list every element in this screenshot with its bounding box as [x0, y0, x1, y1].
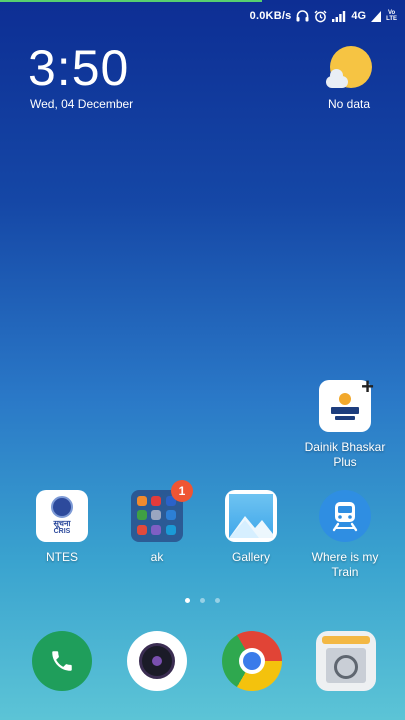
app-dainik-bhaskar-plus[interactable]: + Dainik Bhaskar Plus — [297, 376, 393, 470]
headphones-icon — [296, 10, 309, 22]
app-where-is-my-train[interactable]: Where is my Train — [297, 490, 393, 580]
net-speed: 0.0KB/s — [249, 10, 292, 22]
signal-icon-2 — [371, 10, 382, 22]
page-dot-1[interactable] — [185, 598, 190, 603]
app-label: ak — [150, 550, 164, 564]
notification-badge: 1 — [171, 480, 193, 502]
gallery-icon — [225, 490, 277, 542]
sun-cloud-icon — [324, 44, 374, 92]
ntes-logo-text: सूचना — [53, 519, 71, 528]
top-progress-line — [0, 0, 262, 2]
app-folder-ak[interactable]: 1 ak — [109, 480, 205, 565]
camera-icon[interactable] — [127, 631, 187, 691]
notes-icon[interactable] — [316, 631, 376, 691]
page-indicator — [0, 598, 405, 603]
alarm-icon — [314, 10, 327, 23]
app-label: Gallery — [231, 550, 270, 564]
app-gallery[interactable]: Gallery — [203, 490, 299, 565]
weather-label: No data — [327, 97, 371, 111]
dainik-bhaskar-icon: + — [319, 376, 374, 432]
weather-widget[interactable]: No data — [317, 44, 381, 111]
ntes-icon: सूचना CRIS — [36, 490, 88, 542]
page-dot-2[interactable] — [200, 598, 205, 603]
app-label: Where is my Train — [311, 550, 379, 579]
signal-icon — [332, 10, 346, 22]
volte-indicator: Vo LTE — [386, 10, 397, 22]
status-bar: 0.0KB/s 4G Vo LTE — [250, 6, 397, 26]
app-ntes[interactable]: सूचना CRIS NTES — [14, 490, 110, 565]
chrome-icon[interactable] — [222, 631, 282, 691]
network-type: 4G — [351, 10, 367, 22]
page-dot-3[interactable] — [215, 598, 220, 603]
app-label: NTES — [45, 550, 78, 564]
ntes-logo-sub: CRIS — [53, 528, 71, 535]
train-icon — [319, 490, 371, 542]
app-label: Dainik Bhaskar Plus — [304, 440, 386, 469]
phone-icon[interactable] — [32, 631, 92, 691]
volte-bottom: LTE — [386, 16, 397, 22]
clock-date[interactable]: Wed, 04 December — [30, 97, 133, 111]
clock-time[interactable]: 3:50 — [28, 40, 129, 96]
folder-icon: 1 — [131, 480, 193, 542]
